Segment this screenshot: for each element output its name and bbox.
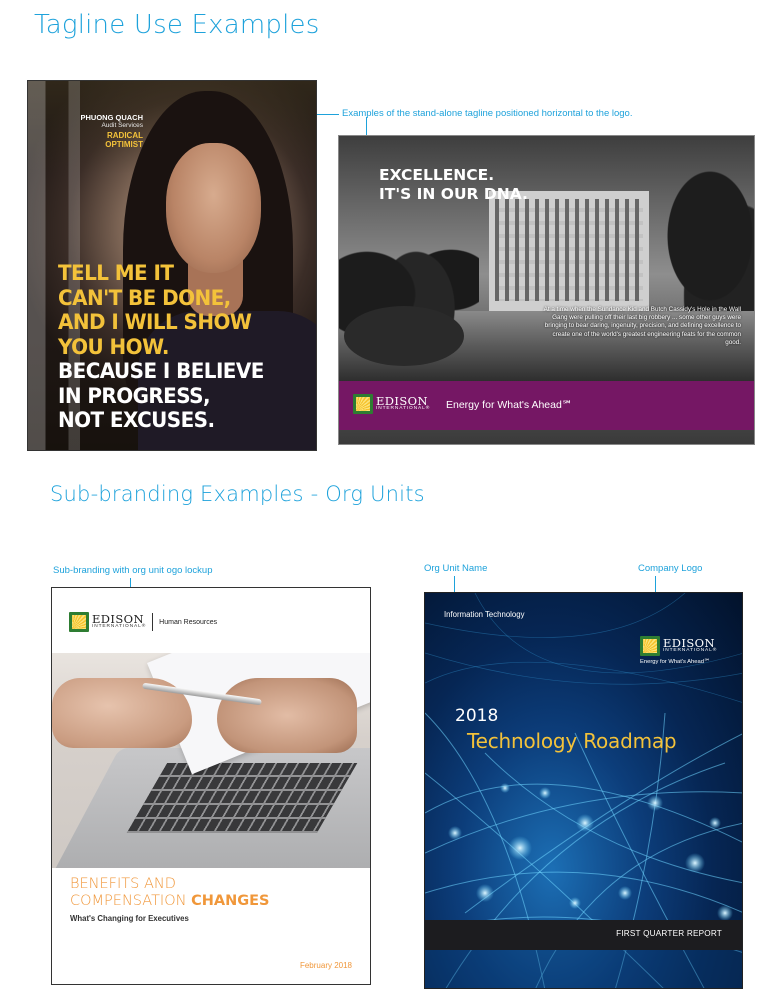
poster-person-name: PHUONG QUACH <box>80 113 143 122</box>
poster-quote-line: CAN'T BE DONE, <box>58 285 231 310</box>
edison-logo: EDISON INTERNATIONAL® <box>353 394 430 414</box>
logo-subword: INTERNATIONAL® <box>376 406 431 412</box>
org-unit-lockup: EDISON INTERNATIONAL® Human Resources <box>69 612 217 632</box>
ad-powerhouse-building <box>489 191 649 311</box>
brochure-title-line-1: BENEFITS AND <box>70 876 176 892</box>
poster-quote-line: IN PROGRESS, <box>58 383 211 408</box>
poster-quote-line: BECAUSE I BELIEVE <box>58 359 264 383</box>
excellence-ad: EXCELLENCE. IT'S IN OUR DNA. At a time w… <box>338 135 755 445</box>
poster-quote-line: YOU HOW. <box>58 334 169 359</box>
sun-logo-icon <box>640 636 660 656</box>
logo-subword: INTERNATIONAL® <box>663 648 718 654</box>
lockup-divider <box>152 613 154 631</box>
ad-tagline: Energy for What's Ahead℠ <box>446 399 573 411</box>
poster-quote-line: TELL ME IT <box>58 261 174 285</box>
right-hand <box>217 678 357 753</box>
ad-tagline-bar: EDISON INTERNATIONAL® Energy for What's … <box>339 381 754 430</box>
poster-person-department: Audit Services <box>101 122 143 129</box>
brochure-title-light: COMPENSATION <box>70 893 192 909</box>
lockup-callout-text: Sub-branding with org unit ogo lockup <box>53 565 213 576</box>
roadmap-title: Technology Roadmap <box>467 729 677 753</box>
poster-quote: TELL ME IT CAN'T BE DONE, AND I WILL SHO… <box>58 261 264 433</box>
ad-body-copy: At a time when the Sundance Kid and Butc… <box>543 306 741 346</box>
tagline-section-title: Tagline Use Examples <box>34 10 320 40</box>
sun-logo-icon <box>353 394 373 414</box>
brochure-title-bold: CHANGES <box>191 893 270 909</box>
technology-roadmap-cover: Information Technology EDISON INTERNATIO… <box>424 592 743 989</box>
company-logo-callout-text: Company Logo <box>638 563 703 574</box>
edison-logo: EDISON INTERNATIONAL® Energy for What's … <box>640 636 718 665</box>
logo-tagline: Energy for What's Ahead℠ <box>640 659 710 665</box>
ad-headline-line-1: EXCELLENCE. <box>379 166 495 184</box>
poster-quote-line: AND I WILL SHOW <box>58 310 252 334</box>
ad-headline: EXCELLENCE. IT'S IN OUR DNA. <box>379 166 528 204</box>
org-unit-name: Information Technology <box>444 610 525 619</box>
laptop-keyboard <box>126 763 358 833</box>
org-unit-name: Human Resources <box>159 618 218 626</box>
brochure-title-line-2: COMPENSATION CHANGES <box>70 893 269 910</box>
roadmap-year: 2018 <box>455 706 499 726</box>
poster-quote-line: NOT EXCUSES. <box>58 408 215 432</box>
logo-subword: INTERNATIONAL® <box>92 624 147 630</box>
portrait-poster: PHUONG QUACH Audit Services RADICAL OPTI… <box>27 80 317 451</box>
ad-rock <box>344 306 464 366</box>
report-label: FIRST QUARTER REPORT <box>616 929 722 938</box>
laptop-photo <box>52 653 370 868</box>
ad-headline-line-2: IT'S IN OUR DNA. <box>379 185 528 203</box>
poster-person-role: RADICAL OPTIMIST <box>105 131 143 149</box>
benefits-brochure: EDISON INTERNATIONAL® Human Resources BE… <box>51 587 371 985</box>
org-unit-callout-text: Org Unit Name <box>424 563 488 574</box>
poster-face <box>166 143 261 273</box>
brochure-subtitle: What's Changing for Executives <box>70 914 189 923</box>
tagline-callout-text: Examples of the stand-alone tagline posi… <box>342 108 633 119</box>
brochure-title: BENEFITS AND COMPENSATION CHANGES <box>70 876 269 910</box>
subbranding-section-title: Sub-branding Examples - Org Units <box>50 482 425 506</box>
sun-logo-icon <box>69 612 89 632</box>
edison-logo: EDISON INTERNATIONAL® <box>69 612 146 632</box>
brochure-date: February 2018 <box>299 961 352 970</box>
